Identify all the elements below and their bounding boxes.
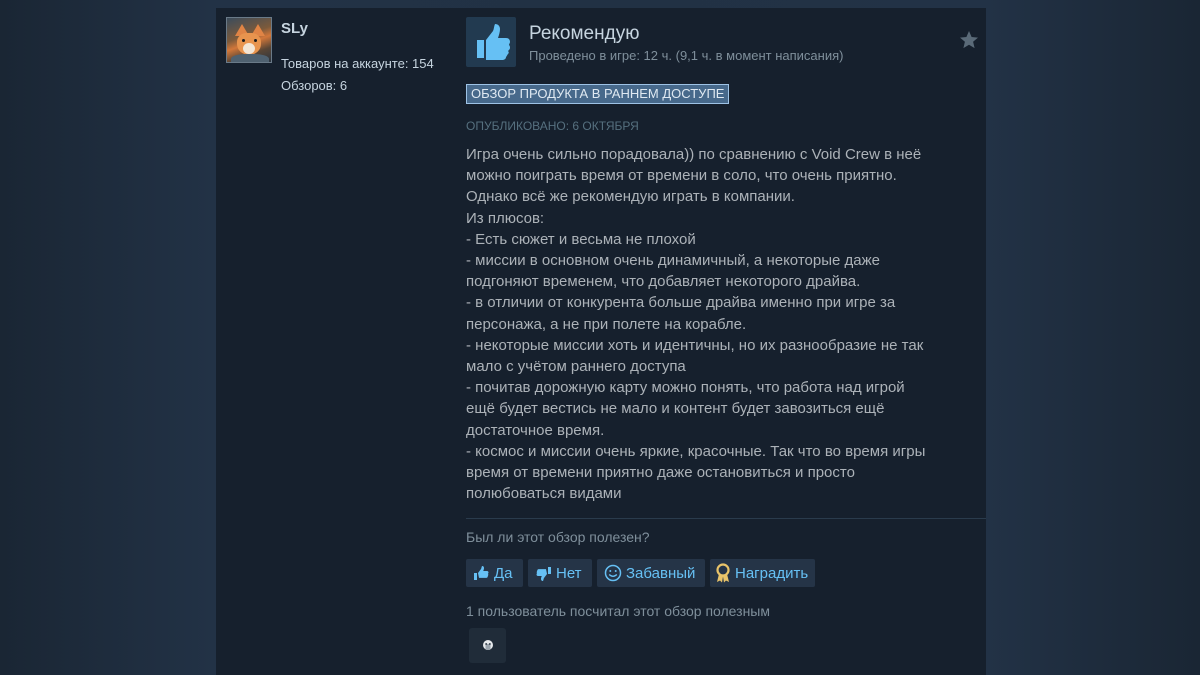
thumbs-down-icon <box>536 566 551 581</box>
vote-no-button[interactable]: Нет <box>528 559 592 587</box>
award-ribbon-icon <box>716 563 730 583</box>
review-line: полюбоваться видами <box>466 485 622 503</box>
review-line: - миссии в основном очень динамичный, а … <box>466 252 880 270</box>
review-line: Из плюсов: <box>466 209 545 227</box>
posted-date: ОПУБЛИКОВАНО: 6 ОКТЯБРЯ <box>466 119 639 133</box>
star-icon[interactable] <box>959 30 979 50</box>
review-line: мало с учётом раннего доступа <box>466 358 686 376</box>
vote-yes-label: Да <box>494 564 513 582</box>
helpful-question: Был ли этот обзор полезен? <box>466 529 650 545</box>
review-line: - Есть сюжет и весьма не плохой <box>466 230 696 248</box>
award-label: Наградить <box>735 564 809 582</box>
review-line: - некоторые миссии хоть и идентичны, но … <box>466 336 924 354</box>
award-button[interactable]: Наградить <box>710 559 815 587</box>
review-line: время от времени приятно даже остановить… <box>466 464 855 482</box>
thumbs-up-icon[interactable] <box>466 17 516 67</box>
review-card: SLy Товаров на аккаунте: 154 Обзоров: 6 … <box>216 8 986 675</box>
review-line: Однако всё же рекомендую играть в компан… <box>466 188 795 206</box>
avatar[interactable] <box>226 17 272 63</box>
helpful-count: 1 пользователь посчитал этот обзор полез… <box>466 603 770 619</box>
vote-funny-label: Забавный <box>626 564 696 582</box>
review-text: Игра очень сильно порадовала)) по сравне… <box>466 144 981 504</box>
smiley-icon <box>604 564 622 582</box>
vote-no-label: Нет <box>556 564 582 582</box>
award-reaction-icon[interactable] <box>469 628 506 663</box>
early-access-badge: ОБЗОР ПРОДУКТА В РАННЕМ ДОСТУПЕ <box>466 84 730 104</box>
review-line: подгоняют временем, что добавляет некото… <box>466 273 861 291</box>
review-content: Рекомендую Проведено в игре: 12 ч. (9,1 … <box>466 8 986 675</box>
review-line: ещё будет вестись не мало и контент буде… <box>466 400 885 418</box>
verdict-title[interactable]: Рекомендую <box>529 23 639 45</box>
vote-yes-button[interactable]: Да <box>466 559 523 587</box>
playtime: Проведено в игре: 12 ч. (9,1 ч. в момент… <box>529 48 844 63</box>
review-line: Игра очень сильно порадовала)) по сравне… <box>466 146 922 163</box>
divider <box>466 518 986 519</box>
review-line: можно поиграть время от времени в соло, … <box>466 167 897 185</box>
review-line: - почитав дорожную карту можно понять, ч… <box>466 379 905 397</box>
review-line: - в отличии от конкурента больше драйва … <box>466 294 896 312</box>
author-products-count[interactable]: Товаров на аккаунте: 154 <box>281 56 434 71</box>
vote-funny-button[interactable]: Забавный <box>597 559 705 587</box>
review-line: персонажа, а не при полете на корабле. <box>466 315 747 333</box>
review-line: достаточное время. <box>466 421 605 439</box>
review-line: - космос и миссии очень яркие, красочные… <box>466 442 926 460</box>
author-reviews-count[interactable]: Обзоров: 6 <box>281 78 347 93</box>
author-name[interactable]: SLy <box>281 20 308 37</box>
thumbs-up-icon <box>474 565 489 580</box>
